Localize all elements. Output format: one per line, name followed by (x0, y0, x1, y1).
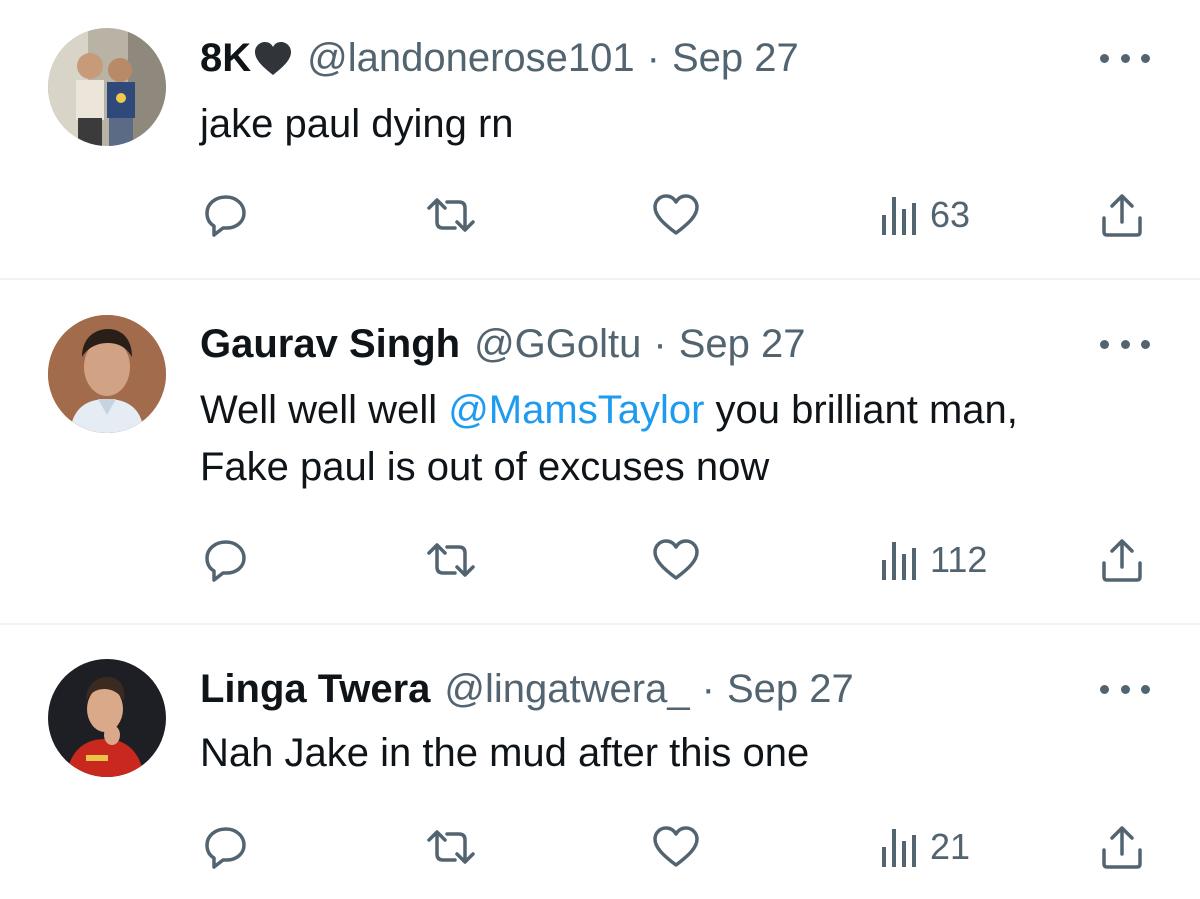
like-button[interactable] (652, 190, 700, 240)
tweet-actions: 112 (0, 535, 1200, 585)
views-count: 63 (930, 194, 971, 235)
separator-dot: · (701, 667, 715, 711)
like-icon (653, 826, 699, 867)
reply-icon (205, 827, 246, 869)
tweet[interactable]: Linga Twera @lingatwera_ · Sep 27 Nah Ja… (0, 625, 1200, 899)
avatar[interactable] (48, 315, 166, 433)
views-icon (882, 829, 916, 867)
replies-feed: 8K @landonerose101 · Sep 27 jake paul dy… (0, 0, 1200, 899)
reply-button[interactable] (203, 822, 249, 872)
reply-icon (205, 195, 246, 237)
more-icon[interactable] (1100, 48, 1150, 68)
views-count: 112 (930, 539, 988, 580)
like-button[interactable] (652, 535, 700, 585)
retweet-icon (427, 543, 475, 577)
user-handle[interactable]: @lingatwera_ (444, 665, 689, 713)
like-icon (653, 194, 699, 235)
tweet-header: Gaurav Singh @GGoltu · Sep 27 (200, 320, 806, 368)
share-icon (1102, 539, 1142, 582)
separator-dot: · (653, 322, 667, 366)
views-button[interactable]: 112 (880, 535, 987, 585)
like-button[interactable] (652, 822, 700, 872)
tweet[interactable]: 8K @landonerose101 · Sep 27 jake paul dy… (0, 0, 1200, 280)
tweet-date[interactable]: Sep 27 (679, 320, 806, 368)
tweet-header: Linga Twera @lingatwera_ · Sep 27 (200, 665, 854, 713)
share-button[interactable] (1100, 822, 1144, 872)
tweet-text: jake paul dying rn (200, 102, 514, 146)
reply-icon (205, 540, 246, 582)
tweet-header: 8K @landonerose101 · Sep 27 (200, 34, 799, 82)
tweet[interactable]: Gaurav Singh @GGoltu · Sep 27 Well well … (0, 280, 1200, 625)
display-name[interactable]: Gaurav Singh (200, 320, 460, 368)
retweet-icon (427, 198, 475, 232)
tweet-date[interactable]: Sep 27 (672, 34, 799, 82)
views-icon (882, 197, 916, 235)
share-icon (1102, 826, 1142, 869)
share-button[interactable] (1100, 190, 1144, 240)
views-button[interactable]: 21 (880, 822, 970, 872)
tweet-actions: 63 (0, 190, 1200, 240)
share-button[interactable] (1100, 535, 1144, 585)
retweet-button[interactable] (425, 190, 477, 240)
avatar[interactable] (48, 28, 166, 146)
display-name[interactable]: 8K (200, 34, 251, 82)
more-icon[interactable] (1100, 679, 1150, 699)
mention-link[interactable]: @MamsTaylor (448, 388, 704, 432)
avatar[interactable] (48, 659, 166, 777)
tweet-date[interactable]: Sep 27 (727, 665, 854, 713)
retweet-button[interactable] (425, 822, 477, 872)
retweet-icon (427, 830, 475, 864)
user-handle[interactable]: @GGoltu (474, 320, 641, 368)
tweet-text: Well well well @MamsTaylor you brilliant… (200, 388, 1018, 489)
black-heart-icon (253, 40, 293, 76)
reply-button[interactable] (203, 190, 249, 240)
views-count: 21 (930, 826, 971, 867)
views-icon (882, 542, 916, 580)
retweet-button[interactable] (425, 535, 477, 585)
share-icon (1102, 194, 1142, 237)
tweet-text: Nah Jake in the mud after this one (200, 731, 810, 775)
views-button[interactable]: 63 (880, 190, 970, 240)
tweet-actions: 21 (0, 822, 1200, 872)
like-icon (653, 539, 699, 580)
more-icon[interactable] (1100, 334, 1150, 354)
user-handle[interactable]: @landonerose101 (307, 34, 635, 82)
display-name[interactable]: Linga Twera (200, 665, 430, 713)
reply-button[interactable] (203, 535, 249, 585)
separator-dot: · (646, 36, 660, 80)
